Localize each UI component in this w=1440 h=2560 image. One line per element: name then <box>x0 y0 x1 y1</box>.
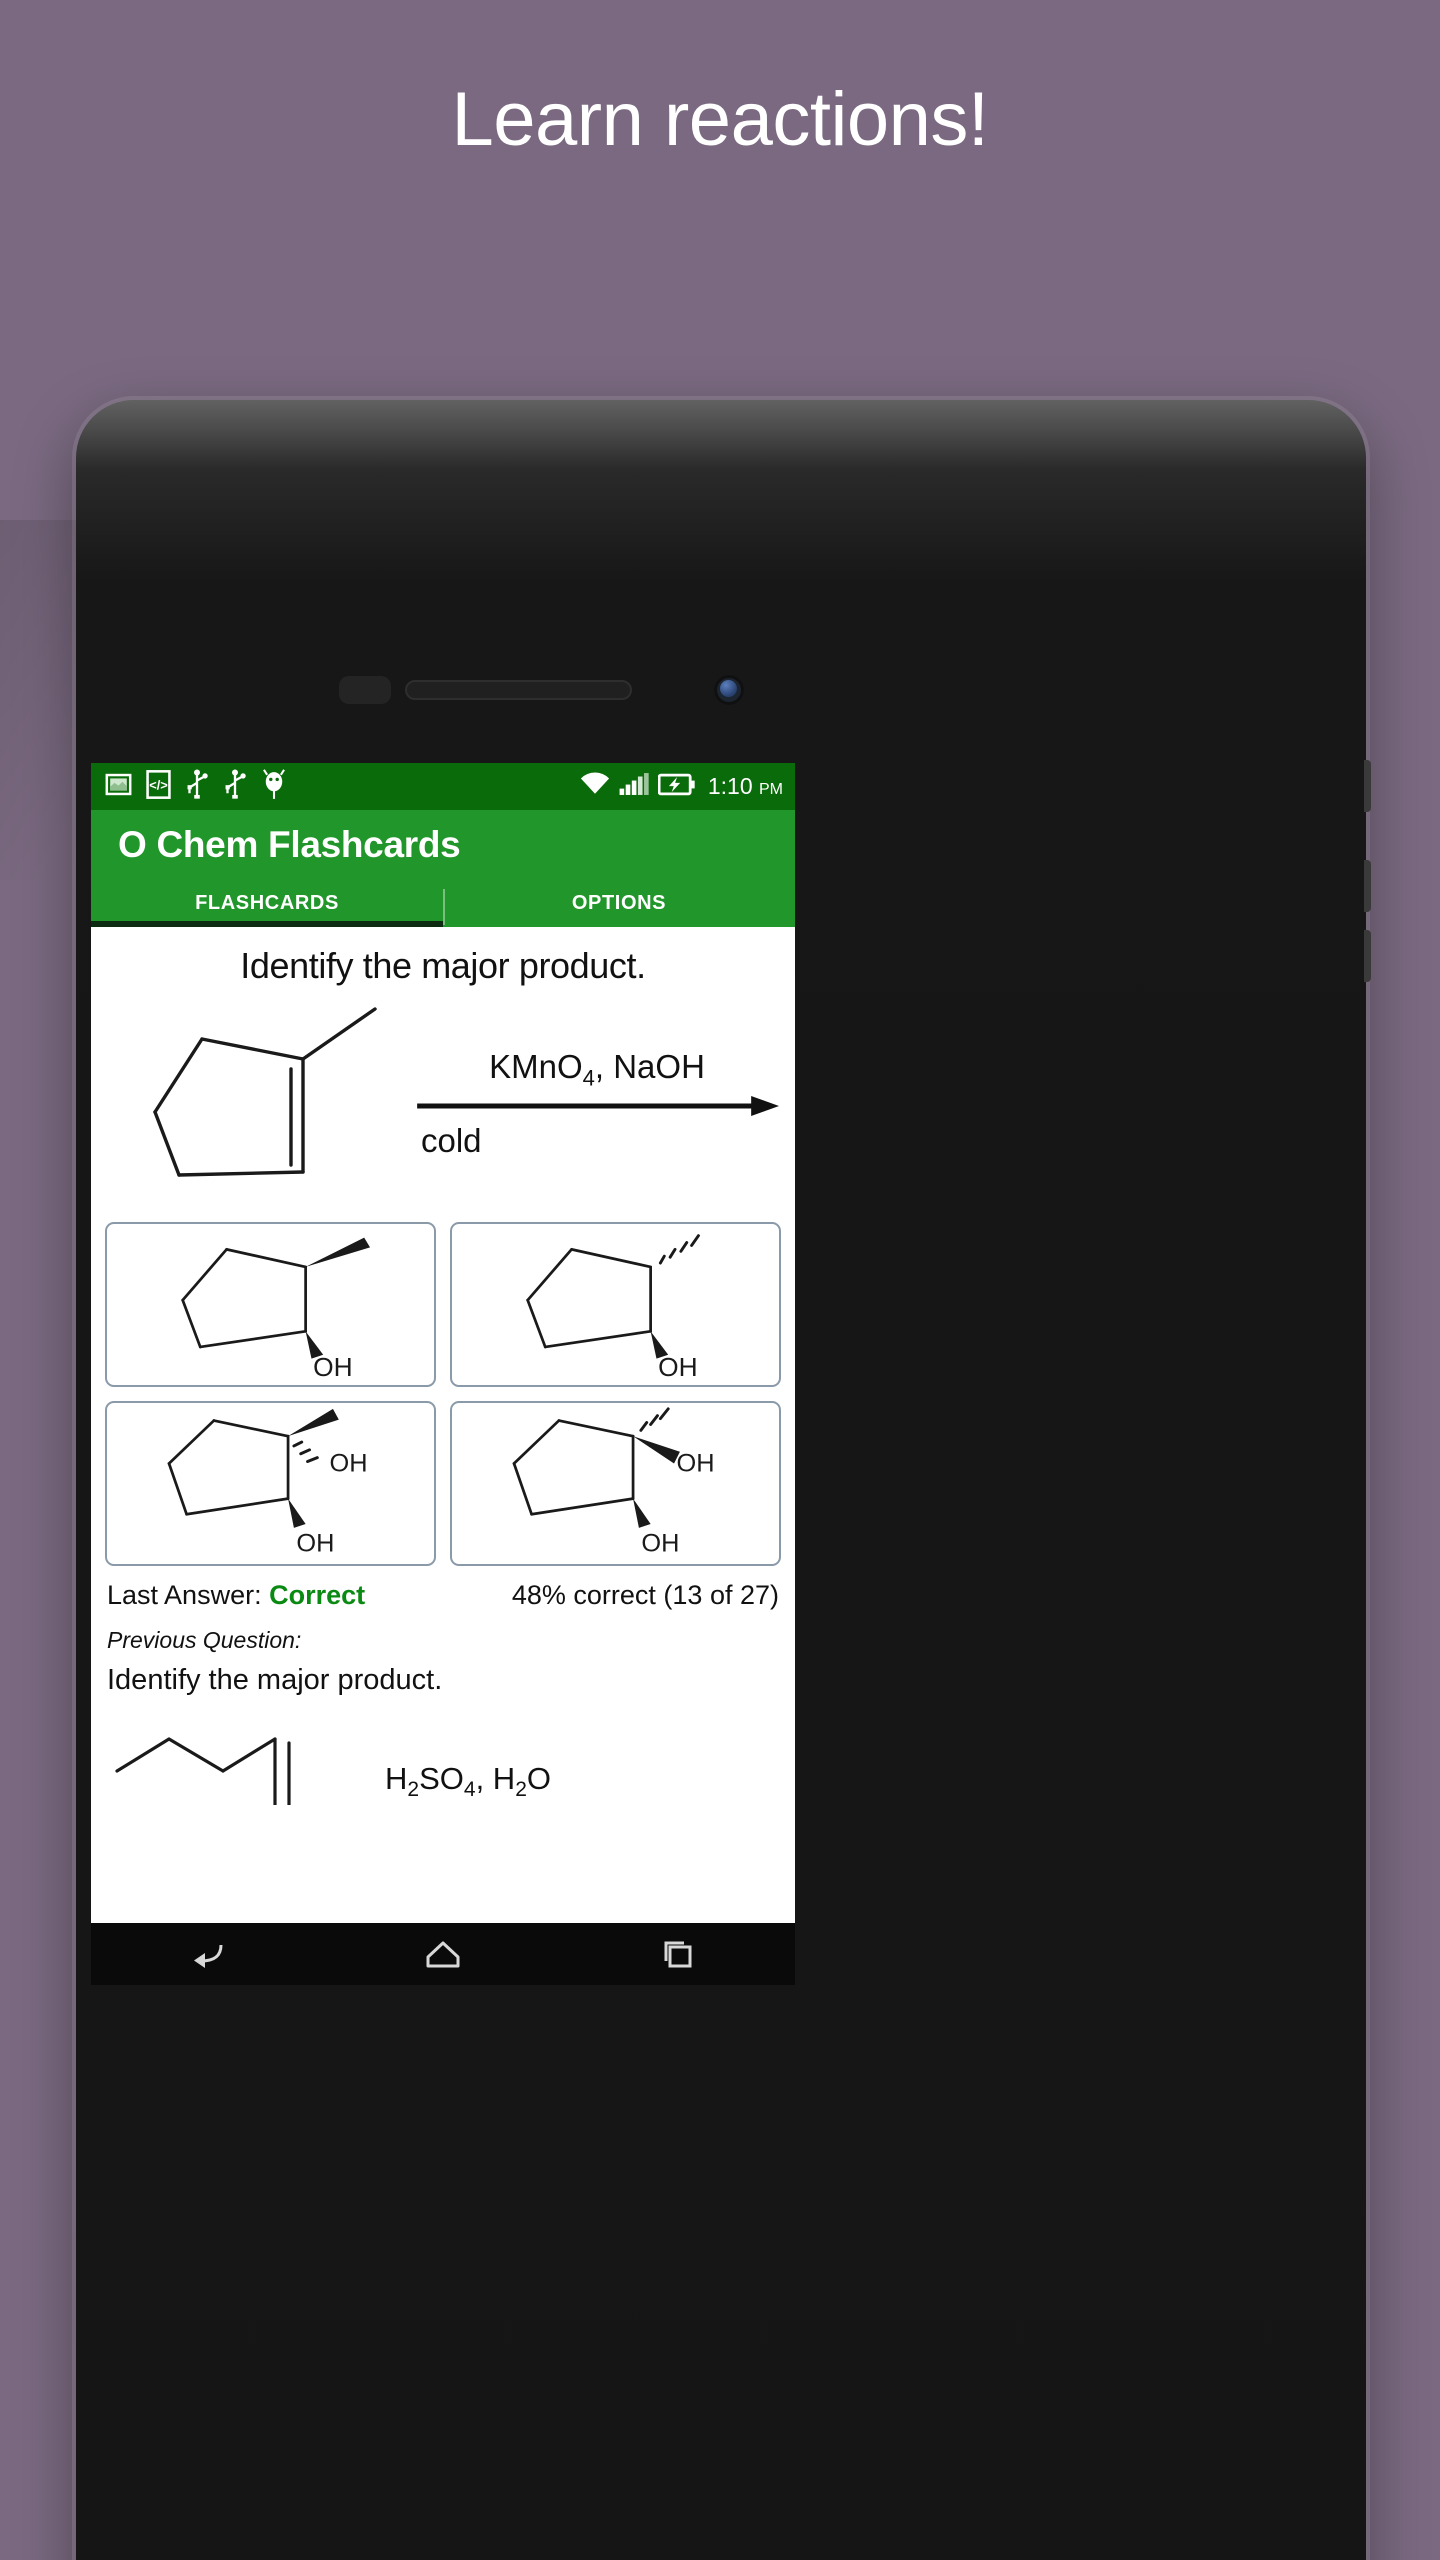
code-icon: </> <box>146 769 171 804</box>
phone-mockup: </> 1:10 PM O Chem Flashcards FLASHCARDS… <box>76 400 1371 2560</box>
phone-screen: </> 1:10 PM O Chem Flashcards FLASHCARDS… <box>91 763 795 1923</box>
reaction-arrow-icon <box>417 1096 779 1117</box>
reaction-arrow-group: KMnO4, NaOH cold <box>407 997 779 1212</box>
reaction-scheme: KMnO4, NaOH cold <box>91 991 795 1216</box>
answer-a-oh-label: OH <box>313 1352 353 1382</box>
answer-structure-c: OH OH <box>167 1408 368 1557</box>
stats-row: Last Answer: Correct 48% correct (13 of … <box>91 1566 795 1611</box>
answer-option-b[interactable]: OH <box>450 1221 781 1387</box>
tab-divider <box>443 888 445 925</box>
last-answer-label: Last Answer: <box>107 1579 262 1610</box>
status-bar: </> 1:10 PM <box>91 763 795 810</box>
volume-up-button[interactable] <box>1364 760 1371 812</box>
reagent-below-arrow: cold <box>421 1122 482 1160</box>
reactant-structure-methylcyclopentene <box>107 997 407 1212</box>
answer-options-grid: OH OH OH OH OH OH <box>91 1216 795 1566</box>
status-bar-right-icons: 1:10 PM <box>580 772 783 801</box>
volume-down-button[interactable] <box>1364 860 1371 912</box>
proximity-sensor <box>339 676 391 704</box>
percent-correct-text: 48% correct (13 of 27) <box>511 1579 779 1610</box>
power-button[interactable] <box>1364 930 1371 982</box>
status-bar-clock: 1:10 PM <box>707 773 783 799</box>
battery-charging-icon <box>657 773 695 801</box>
answer-structure-b: OH <box>526 1233 700 1382</box>
answer-c-oh-bottom-label: OH <box>296 1529 334 1557</box>
answer-option-a[interactable]: OH <box>105 1221 436 1387</box>
last-answer-value: Correct <box>269 1579 366 1610</box>
app-title: O Chem Flashcards <box>118 824 461 865</box>
usb-icon <box>223 769 247 804</box>
previous-reaction-scheme: H2SO4, H2O <box>91 1697 795 1807</box>
reagent-above-arrow: KMnO4, NaOH <box>489 1047 705 1091</box>
answer-structure-a: OH <box>181 1237 371 1382</box>
screenshot-icon <box>105 771 132 803</box>
question-prompt: Identify the major product. <box>240 944 646 986</box>
answer-option-c[interactable]: OH OH <box>105 1400 436 1566</box>
previous-reactant-structure <box>115 1736 291 1805</box>
promo-headline: Learn reactions! <box>451 77 990 162</box>
previous-reagent-label: H2SO4, H2O <box>385 1760 551 1801</box>
answer-option-d[interactable]: OH OH <box>450 1400 781 1566</box>
status-bar-left-icons: </> <box>105 768 287 805</box>
previous-question-text: Identify the major product. <box>107 1663 443 1696</box>
recents-icon[interactable] <box>661 1939 695 1969</box>
answer-b-oh-label: OH <box>658 1352 698 1382</box>
back-icon[interactable] <box>191 1939 225 1969</box>
svg-text:</>: </> <box>149 777 168 792</box>
answer-d-oh-right-label: OH <box>676 1449 714 1477</box>
earpiece-speaker <box>405 680 632 700</box>
app-action-bar: O Chem Flashcards FLASHCARDS OPTIONS <box>91 810 795 927</box>
answer-d-oh-bottom-label: OH <box>641 1529 679 1557</box>
cell-signal-icon <box>619 772 649 801</box>
flashcard-content: Identify the major product. KMnO4, NaOH … <box>91 926 795 1915</box>
answer-structure-d: OH OH <box>512 1406 715 1557</box>
front-camera <box>714 675 744 705</box>
home-icon[interactable] <box>426 1939 460 1969</box>
previous-question-label: Previous Question: <box>107 1626 302 1653</box>
answer-c-oh-right-label: OH <box>330 1449 368 1477</box>
usb-icon <box>185 769 209 804</box>
tab-flashcards[interactable]: FLASHCARDS <box>91 881 443 927</box>
android-navigation-bar <box>91 1923 795 1985</box>
tab-bar: FLASHCARDS OPTIONS <box>91 881 795 927</box>
wifi-icon <box>580 772 610 801</box>
android-debug-icon <box>261 768 287 805</box>
tab-options[interactable]: OPTIONS <box>443 881 795 927</box>
